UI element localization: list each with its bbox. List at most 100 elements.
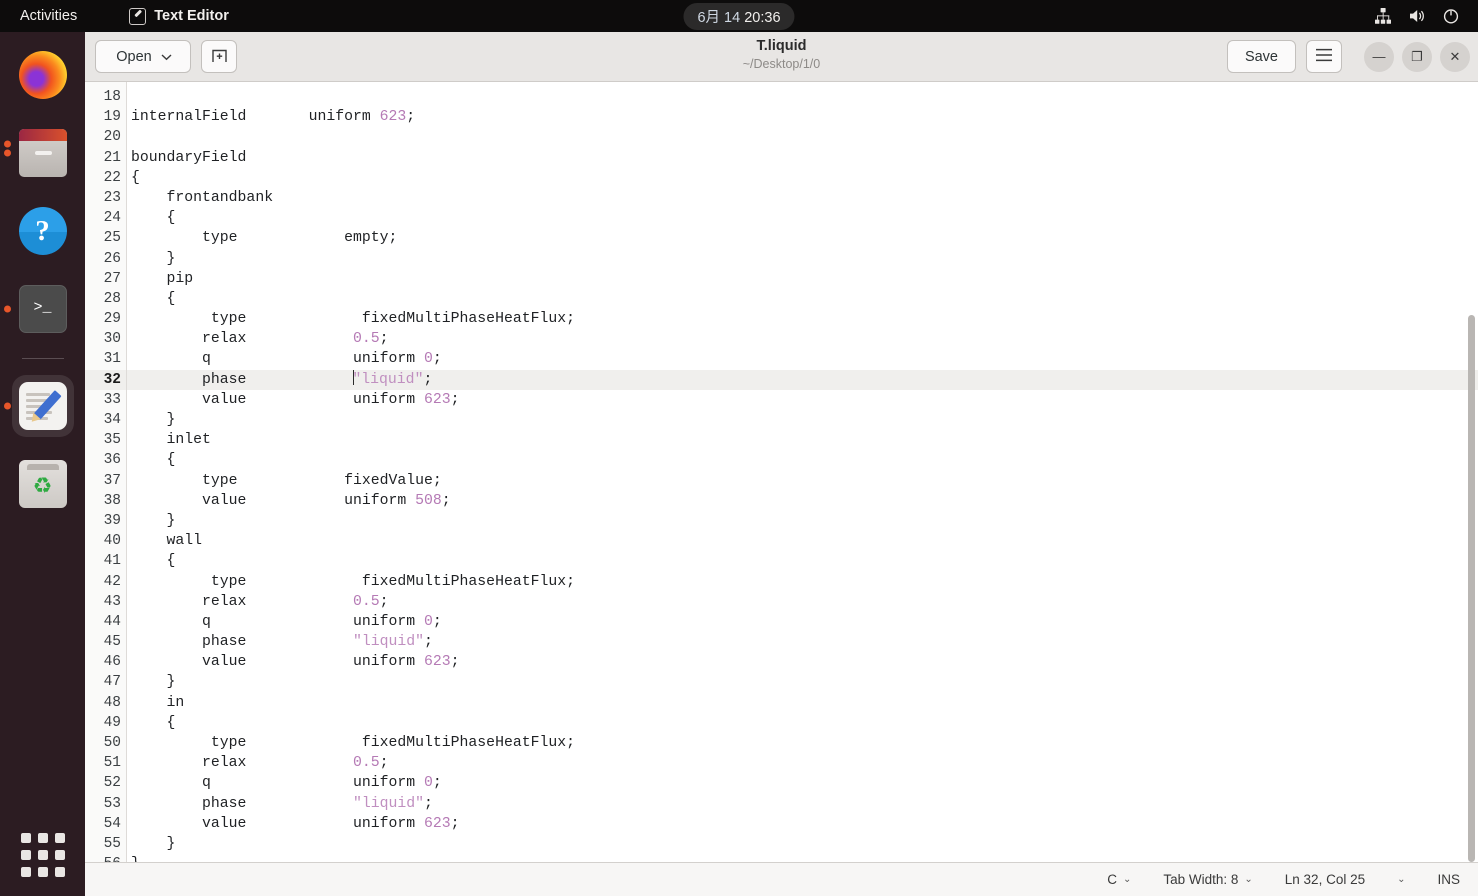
code-line[interactable]: value uniform 623; bbox=[127, 652, 1478, 672]
tab-width-selector[interactable]: Tab Width: 8 ⌄ bbox=[1147, 872, 1268, 887]
line-number: 23 bbox=[103, 189, 121, 206]
code-line[interactable]: relax 0.5; bbox=[127, 753, 1478, 773]
code-line[interactable]: } bbox=[127, 854, 1478, 862]
code-line[interactable]: relax 0.5; bbox=[127, 592, 1478, 612]
line-number: 44 bbox=[103, 613, 121, 630]
help-icon: ? bbox=[18, 207, 67, 255]
insert-mode-indicator[interactable]: INS bbox=[1421, 872, 1464, 887]
code-line[interactable]: value uniform 623; bbox=[127, 814, 1478, 834]
code-line[interactable] bbox=[127, 127, 1478, 147]
code-line[interactable]: phase "liquid"; bbox=[127, 794, 1478, 814]
line-number: 35 bbox=[103, 432, 121, 449]
code-line[interactable]: } bbox=[127, 511, 1478, 531]
code-line[interactable]: { bbox=[127, 168, 1478, 188]
code-line[interactable]: q uniform 0; bbox=[127, 773, 1478, 793]
save-label: Save bbox=[1244, 48, 1278, 65]
close-button[interactable]: ✕ bbox=[1440, 41, 1470, 72]
code-line[interactable]: } bbox=[127, 672, 1478, 692]
code-line[interactable]: { bbox=[127, 450, 1478, 470]
clock-button[interactable]: 6月 14 20:36 bbox=[683, 3, 795, 30]
hamburger-menu-button[interactable] bbox=[1306, 40, 1342, 73]
line-number: 24 bbox=[103, 210, 121, 227]
chevron-down-icon: ⌄ bbox=[1122, 874, 1132, 885]
insert-mode-label: INS bbox=[1437, 872, 1460, 887]
minimize-button[interactable]: — bbox=[1364, 41, 1394, 72]
code-line[interactable]: type fixedValue; bbox=[127, 471, 1478, 491]
code-line[interactable]: wall bbox=[127, 531, 1478, 551]
code-line[interactable]: q uniform 0; bbox=[127, 349, 1478, 369]
new-tab-icon bbox=[210, 46, 229, 67]
code-line-current[interactable]: phase "liquid"; bbox=[127, 369, 1478, 390]
code-editor-area[interactable]: 18 19 20 21 22 23 24 25 26 27 28 29 30 31 32 33 34 35 36 37… bbox=[85, 82, 1478, 862]
code-line[interactable]: { bbox=[127, 289, 1478, 309]
language-selector[interactable]: C ⌄ bbox=[1091, 872, 1147, 887]
activities-button[interactable]: Activities bbox=[8, 3, 89, 29]
code-line[interactable]: { bbox=[127, 551, 1478, 571]
code-line[interactable]: } bbox=[127, 410, 1478, 430]
desktop-screen: Activities Text Editor 6月 14 20:36 ? >_ … bbox=[0, 0, 1478, 896]
terminal-icon: >_ bbox=[18, 285, 67, 333]
dock-item-terminal[interactable]: >_ bbox=[3, 278, 74, 340]
code-line[interactable]: type fixedMultiPhaseHeatFlux; bbox=[127, 572, 1478, 592]
code-line[interactable]: type fixedMultiPhaseHeatFlux; bbox=[127, 309, 1478, 329]
dock-item-text-editor[interactable] bbox=[3, 375, 74, 437]
firefox-icon bbox=[18, 51, 67, 99]
network-icon bbox=[1374, 7, 1392, 25]
app-menu-button[interactable]: Text Editor bbox=[129, 7, 229, 25]
files-icon bbox=[18, 129, 67, 177]
dock-item-trash[interactable]: ♻ bbox=[12, 453, 74, 515]
code-line[interactable]: boundaryField bbox=[127, 148, 1478, 168]
line-number: 48 bbox=[103, 694, 121, 711]
power-icon bbox=[1442, 7, 1460, 25]
window-header-bar: Open T.liquid ~/Desktop/1/0 Save — ❐ ✕ bbox=[85, 32, 1478, 82]
window-controls: — ❐ ✕ bbox=[1364, 41, 1470, 72]
hamburger-menu-icon bbox=[1315, 48, 1333, 66]
code-line[interactable]: type empty; bbox=[127, 228, 1478, 248]
line-number: 26 bbox=[103, 250, 121, 267]
close-icon: ✕ bbox=[1449, 48, 1461, 64]
code-line[interactable]: in bbox=[127, 693, 1478, 713]
cursor-position-label: Ln 32, Col 25 bbox=[1284, 872, 1366, 887]
cursor-position-selector[interactable]: Ln 32, Col 25 ⌄ bbox=[1269, 872, 1422, 887]
save-button[interactable]: Save bbox=[1226, 40, 1296, 73]
running-indicator bbox=[3, 402, 11, 410]
code-line[interactable]: } bbox=[127, 834, 1478, 854]
code-line[interactable]: value uniform 508; bbox=[127, 491, 1478, 511]
code-line[interactable]: frontandbank bbox=[127, 188, 1478, 208]
line-number-gutter: 18 19 20 21 22 23 24 25 26 27 28 29 30 31 32 33 34 35 36 37… bbox=[85, 82, 127, 862]
code-line[interactable]: } bbox=[127, 249, 1478, 269]
code-line[interactable] bbox=[127, 87, 1478, 107]
code-line[interactable]: internalField uniform 623; bbox=[127, 107, 1478, 127]
vertical-scrollbar[interactable] bbox=[1468, 315, 1475, 862]
dock-item-help[interactable]: ? bbox=[12, 200, 74, 262]
code-line[interactable]: q uniform 0; bbox=[127, 612, 1478, 632]
line-number: 22 bbox=[103, 169, 121, 186]
maximize-button[interactable]: ❐ bbox=[1402, 41, 1432, 72]
code-text-area[interactable]: internalField uniform 623; boundaryField… bbox=[127, 82, 1478, 862]
text-editor-window: Open T.liquid ~/Desktop/1/0 Save — ❐ ✕ 1… bbox=[85, 32, 1478, 896]
line-number: 33 bbox=[103, 391, 121, 408]
code-line[interactable]: inlet bbox=[127, 430, 1478, 450]
line-number: 18 bbox=[103, 89, 121, 105]
code-line[interactable]: { bbox=[127, 208, 1478, 228]
show-applications-button[interactable] bbox=[16, 828, 70, 882]
code-line[interactable]: pip bbox=[127, 269, 1478, 289]
code-line[interactable]: type fixedMultiPhaseHeatFlux; bbox=[127, 733, 1478, 753]
chevron-down-icon: ⌄ bbox=[1397, 874, 1406, 885]
running-indicator bbox=[3, 149, 11, 157]
dock-item-firefox[interactable] bbox=[12, 44, 74, 106]
code-line[interactable]: phase "liquid"; bbox=[127, 632, 1478, 652]
code-line[interactable]: value uniform 623; bbox=[127, 390, 1478, 410]
open-button[interactable]: Open bbox=[95, 40, 191, 73]
code-line[interactable]: { bbox=[127, 713, 1478, 733]
code-line[interactable]: relax 0.5; bbox=[127, 329, 1478, 349]
text-editor-icon bbox=[129, 7, 147, 25]
language-label: C bbox=[1107, 872, 1117, 887]
dock-item-files[interactable] bbox=[3, 122, 74, 184]
terminal-glyph: >_ bbox=[33, 298, 52, 316]
line-number: 53 bbox=[103, 795, 121, 812]
new-tab-button[interactable] bbox=[201, 40, 237, 73]
open-label: Open bbox=[116, 48, 152, 65]
line-number: 56 bbox=[85, 854, 126, 862]
system-tray[interactable] bbox=[1374, 0, 1468, 32]
